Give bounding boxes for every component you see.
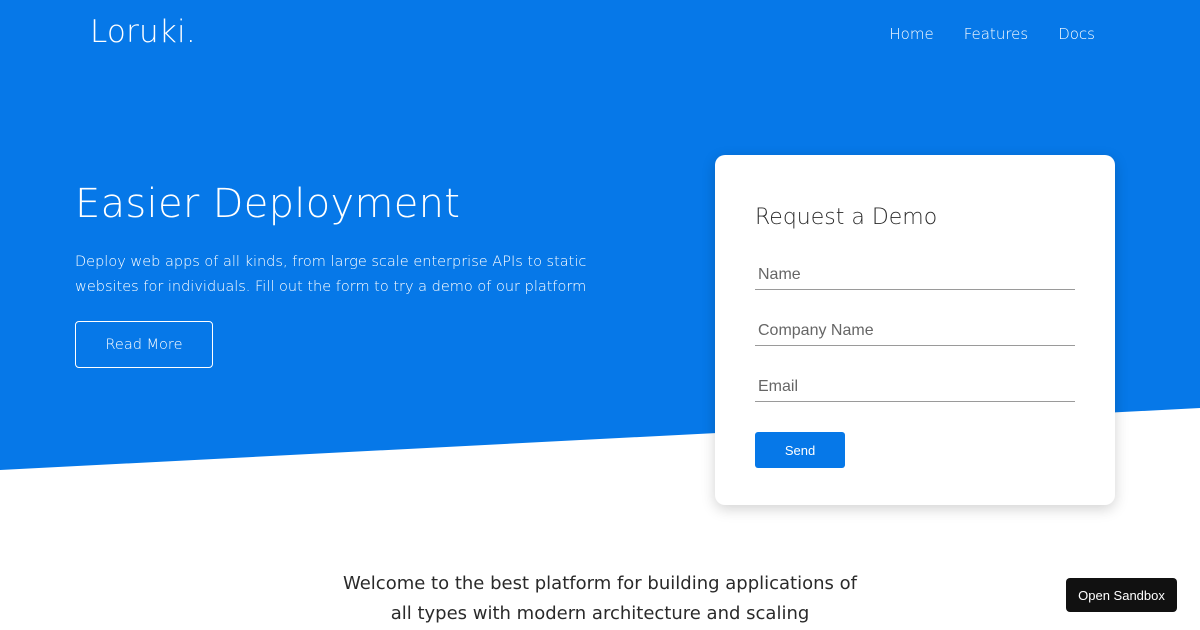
nav-features-link[interactable]: Features	[964, 25, 1029, 43]
name-input[interactable]	[755, 260, 1075, 290]
demo-form-title: Request a Demo	[755, 205, 938, 230]
send-button[interactable]: Send	[755, 432, 845, 468]
brand-logo[interactable]: Loruki.	[90, 14, 196, 50]
hero-title: Easier Deployment	[75, 181, 461, 227]
main-nav: Home Features Docs	[889, 25, 1095, 43]
nav-docs-link[interactable]: Docs	[1058, 25, 1095, 43]
nav-home-link[interactable]: Home	[889, 25, 933, 43]
hero-description: Deploy web apps of all kinds, from large…	[75, 254, 587, 295]
email-input[interactable]	[755, 372, 1075, 402]
page: Loruki. Home Features Docs Easier Deploy…	[0, 0, 1200, 630]
read-more-button[interactable]: Read More	[75, 321, 213, 368]
demo-request-card: Request a Demo Send	[715, 155, 1115, 505]
open-sandbox-button[interactable]: Open Sandbox	[1066, 578, 1177, 612]
company-name-input[interactable]	[755, 316, 1075, 346]
welcome-text: Welcome to the best platform for buildin…	[342, 573, 857, 624]
